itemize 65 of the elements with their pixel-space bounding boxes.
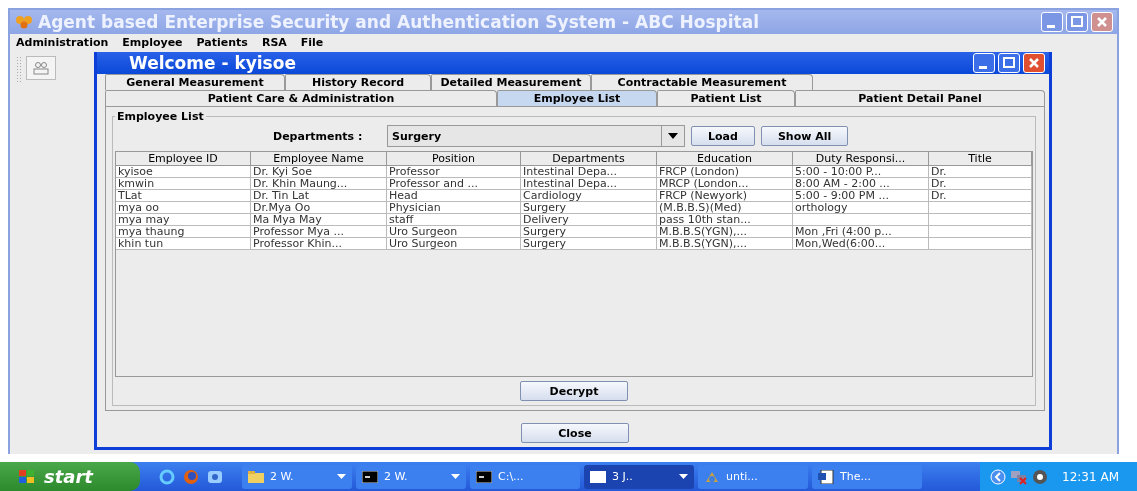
menu-item[interactable]: File bbox=[300, 36, 324, 50]
menu-item[interactable]: Employee bbox=[122, 36, 183, 50]
fox-browser-icon[interactable] bbox=[182, 467, 200, 486]
minimize-icon bbox=[979, 65, 987, 69]
departments-dropdown[interactable]: Surgery bbox=[387, 125, 685, 147]
action-button[interactable]: Show All bbox=[760, 126, 849, 146]
taskbar-button[interactable]: unti... bbox=[698, 464, 808, 489]
tab[interactable]: Patient Care & Administration bbox=[105, 90, 497, 106]
group-title: Employee List bbox=[116, 110, 205, 123]
tab[interactable]: Patient List bbox=[657, 90, 795, 106]
start-button[interactable]: start bbox=[0, 462, 140, 491]
minimize-button[interactable] bbox=[973, 53, 995, 73]
table-cell: Surgery bbox=[521, 238, 657, 250]
taskbar-button[interactable]: The... bbox=[812, 464, 922, 489]
close-button[interactable] bbox=[1023, 53, 1045, 73]
maximize-icon bbox=[1003, 57, 1015, 69]
action-button[interactable]: Load bbox=[691, 126, 755, 146]
internal-window-title: Welcome - kyisoe bbox=[129, 53, 297, 73]
table-cell: Mon,Wed(6:00... bbox=[793, 238, 929, 250]
taskbar-button[interactable]: C:\... bbox=[470, 464, 580, 489]
clock: 12:31 AM bbox=[1062, 469, 1119, 484]
console-icon bbox=[476, 470, 492, 483]
tab[interactable]: General Measurement bbox=[105, 74, 285, 90]
close-icon bbox=[1028, 57, 1040, 69]
close-button[interactable] bbox=[1091, 12, 1113, 32]
toolbar-button[interactable] bbox=[26, 56, 56, 80]
minimize-icon bbox=[1047, 24, 1055, 28]
menu-item[interactable]: Patients bbox=[196, 36, 248, 50]
table-cell: Professor Khin... bbox=[251, 238, 387, 250]
table-cell: khin tun bbox=[116, 238, 251, 250]
caret-icon bbox=[679, 474, 688, 479]
close-icon bbox=[1096, 16, 1108, 28]
menu-item[interactable]: Administration bbox=[16, 36, 109, 50]
maximize-icon bbox=[1071, 16, 1083, 28]
caret-icon bbox=[451, 474, 460, 479]
maximize-button[interactable] bbox=[1066, 12, 1088, 32]
tray-app-icon[interactable] bbox=[1032, 468, 1049, 485]
menu-item[interactable]: RSA bbox=[261, 36, 287, 50]
console-icon bbox=[362, 470, 378, 483]
chevron-icon[interactable] bbox=[990, 468, 1007, 485]
app-icon bbox=[14, 15, 34, 29]
window-icon bbox=[590, 470, 606, 483]
users-icon bbox=[33, 61, 49, 75]
close-window-button[interactable]: Close bbox=[521, 423, 629, 443]
tab[interactable]: Patient Detail Panel bbox=[795, 90, 1045, 106]
departments-label: Departments : bbox=[273, 129, 364, 143]
caret-icon bbox=[337, 474, 346, 479]
dropdown-arrow-icon bbox=[668, 133, 678, 139]
windows-logo-icon bbox=[18, 468, 36, 485]
decrypt-button[interactable]: Decrypt bbox=[520, 381, 628, 401]
taskbar-button[interactable]: 3 J.. bbox=[584, 464, 694, 489]
tab[interactable]: History Record bbox=[285, 74, 431, 90]
tab[interactable]: Detailed Measurement bbox=[431, 74, 591, 90]
maximize-button[interactable] bbox=[998, 53, 1020, 73]
window-title: Agent based Enterprise Security and Authentication System - ABC Hospital bbox=[38, 12, 760, 32]
table-cell: M.B.B.S(YGN),... bbox=[657, 238, 793, 250]
tab[interactable]: Contractable Measurement bbox=[591, 74, 813, 90]
minimize-button[interactable] bbox=[1041, 12, 1063, 32]
taskbar-button[interactable]: 2 W. bbox=[242, 464, 352, 489]
document-icon bbox=[818, 469, 834, 484]
folder-icon bbox=[248, 470, 264, 483]
taskbar-button[interactable]: 2 W. bbox=[356, 464, 466, 489]
browser-icon[interactable] bbox=[158, 467, 176, 486]
table-cell: Uro Surgeon bbox=[387, 238, 521, 250]
tab[interactable]: Employee List bbox=[497, 90, 657, 106]
